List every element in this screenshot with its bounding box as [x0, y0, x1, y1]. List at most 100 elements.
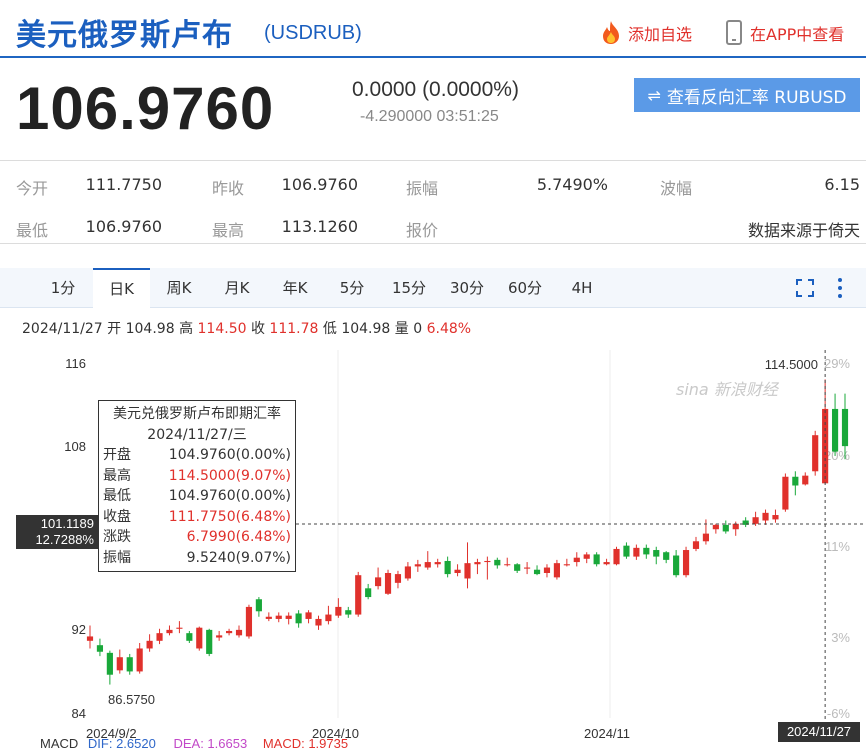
candle-body — [533, 569, 541, 575]
candle-body — [106, 652, 113, 675]
candle-body — [305, 612, 312, 619]
add-watchlist-button[interactable]: 添加自选 — [598, 20, 692, 46]
high-label: 最高 — [212, 221, 245, 240]
candle-body — [593, 554, 600, 565]
candle-body — [146, 640, 153, 649]
macd-indicator: MACD DIF: 2.6520 DEA: 1.6653 MACD: 1.973… — [40, 736, 348, 748]
high-value: 113.1260 — [281, 217, 358, 236]
ohlc-low-label: 低 — [322, 321, 337, 337]
ohlc-volume-label: 量 — [394, 321, 409, 337]
tab-monthly[interactable]: 月K — [216, 268, 258, 308]
crosshair-pct: 12.7288% — [35, 532, 94, 547]
tab-1min[interactable]: 1分 — [44, 268, 82, 308]
candle-body — [553, 563, 560, 578]
tooltip-row: 最高 114.5000(9.07%) — [103, 466, 291, 487]
candle-body — [792, 476, 799, 486]
tab-5min[interactable]: 5分 — [332, 268, 372, 308]
tab-yearly[interactable]: 年K — [274, 268, 316, 308]
candle-body — [384, 573, 392, 594]
candle-body — [285, 615, 292, 619]
prev-close-label: 昨收 — [212, 179, 245, 198]
tooltip-row-value: 104.9760(0.00%) — [168, 447, 291, 463]
candle-body — [345, 610, 352, 615]
ohlc-pct: 6.48% — [426, 321, 472, 337]
candle-body — [176, 627, 183, 629]
candle-body — [216, 635, 223, 638]
candle-body — [434, 562, 441, 565]
reverse-rate-button[interactable]: ⇌ 查看反向汇率 RUBUSD — [634, 78, 860, 112]
tab-4h[interactable]: 4H — [564, 268, 600, 308]
tab-weekly[interactable]: 周K — [158, 268, 200, 308]
candle-body — [831, 408, 839, 452]
ohlc-close: 111.78 — [269, 321, 319, 337]
amplitude-label: 振幅 — [406, 179, 439, 198]
candle-body — [504, 564, 511, 566]
candle-body — [116, 657, 123, 671]
candle-body — [315, 618, 322, 626]
tab-60min[interactable]: 60分 — [502, 268, 548, 308]
tooltip-row-value: 9.5240(9.07%) — [186, 549, 291, 566]
ohlc-high: 114.50 — [197, 321, 247, 337]
candle-body — [295, 613, 302, 624]
low-label: 最低 — [16, 221, 49, 240]
ticker-symbol: (USDRUB) — [264, 22, 362, 44]
open-value: 111.7750 — [85, 175, 162, 194]
candle-body — [444, 560, 451, 575]
tooltip-row-value: 111.7750(6.48%) — [168, 508, 291, 525]
candle-body — [633, 547, 640, 557]
candle-body — [663, 552, 670, 560]
y-tick-label: 116 — [65, 356, 86, 371]
tooltip-row: 涨跌 6.7990(6.48%) — [103, 527, 291, 548]
page-header: 美元俄罗斯卢布 (USDRUB) 添加自选 在APP中查看 — [0, 0, 866, 58]
ohlc-low: 104.98 — [341, 321, 391, 337]
candle-body — [136, 648, 143, 672]
candle-body — [156, 633, 163, 641]
candle-body — [474, 562, 481, 565]
candle-body — [464, 563, 471, 579]
candle-body — [673, 555, 680, 576]
prev-close-value: 106.9760 — [281, 175, 358, 194]
candle-body — [186, 633, 193, 641]
open-in-app-label: 在APP中查看 — [750, 24, 845, 44]
candle-body — [812, 435, 819, 472]
candle-body — [424, 562, 431, 568]
quote-label: 报价 — [406, 221, 439, 240]
fullscreen-icon[interactable] — [796, 279, 814, 297]
pct-tick-label: 3% — [831, 630, 850, 645]
tab-15min[interactable]: 15分 — [386, 268, 432, 308]
candle-body — [623, 545, 630, 557]
more-options-icon[interactable] — [836, 277, 844, 299]
ohlc-close-label: 收 — [250, 321, 265, 337]
tooltip-row-value: 104.9760(0.00%) — [168, 488, 291, 504]
phone-icon — [726, 20, 742, 45]
candle-body — [166, 629, 173, 634]
tooltip-row-label: 收盘 — [103, 508, 131, 525]
candle-body — [494, 559, 501, 566]
tooltip-row-value: 114.5000(9.07%) — [168, 467, 291, 484]
crosshair-date-label: 2024/11/27 — [778, 722, 860, 742]
candle-body — [563, 564, 570, 566]
candle-body — [375, 577, 382, 587]
tooltip-date: 2024/11/27/三 — [147, 427, 247, 443]
ohlc-summary: 2024/11/27 开 104.98 高 114.50 收 111.78 低 … — [22, 318, 471, 338]
ohlc-volume: 0 — [413, 321, 423, 337]
tab-30min[interactable]: 30分 — [444, 268, 490, 308]
open-in-app-link[interactable]: 在APP中查看 — [726, 20, 844, 45]
tooltip-row: 最低 104.9760(0.00%) — [103, 486, 291, 507]
candle-body — [653, 550, 660, 557]
tooltip-row-label: 最低 — [103, 488, 131, 504]
open-label: 今开 — [16, 179, 49, 198]
tooltip-row-label: 最高 — [103, 467, 131, 484]
tooltip-title: 美元兑俄罗斯卢布即期汇率 — [113, 406, 281, 422]
ohlc-high-label: 高 — [179, 321, 194, 337]
current-price: 106.9760 — [16, 75, 275, 142]
max-price-label: 114.5000 — [765, 357, 818, 372]
flame-icon — [603, 21, 619, 44]
tab-daily[interactable]: 日K — [93, 268, 150, 308]
y-tick-label: 84 — [72, 706, 86, 721]
candle-body — [126, 657, 133, 672]
candle-body — [265, 616, 272, 619]
candle-body — [841, 408, 849, 447]
reverse-rate-label: 查看反向汇率 RUBUSD — [666, 87, 847, 108]
candle-body — [86, 636, 94, 641]
